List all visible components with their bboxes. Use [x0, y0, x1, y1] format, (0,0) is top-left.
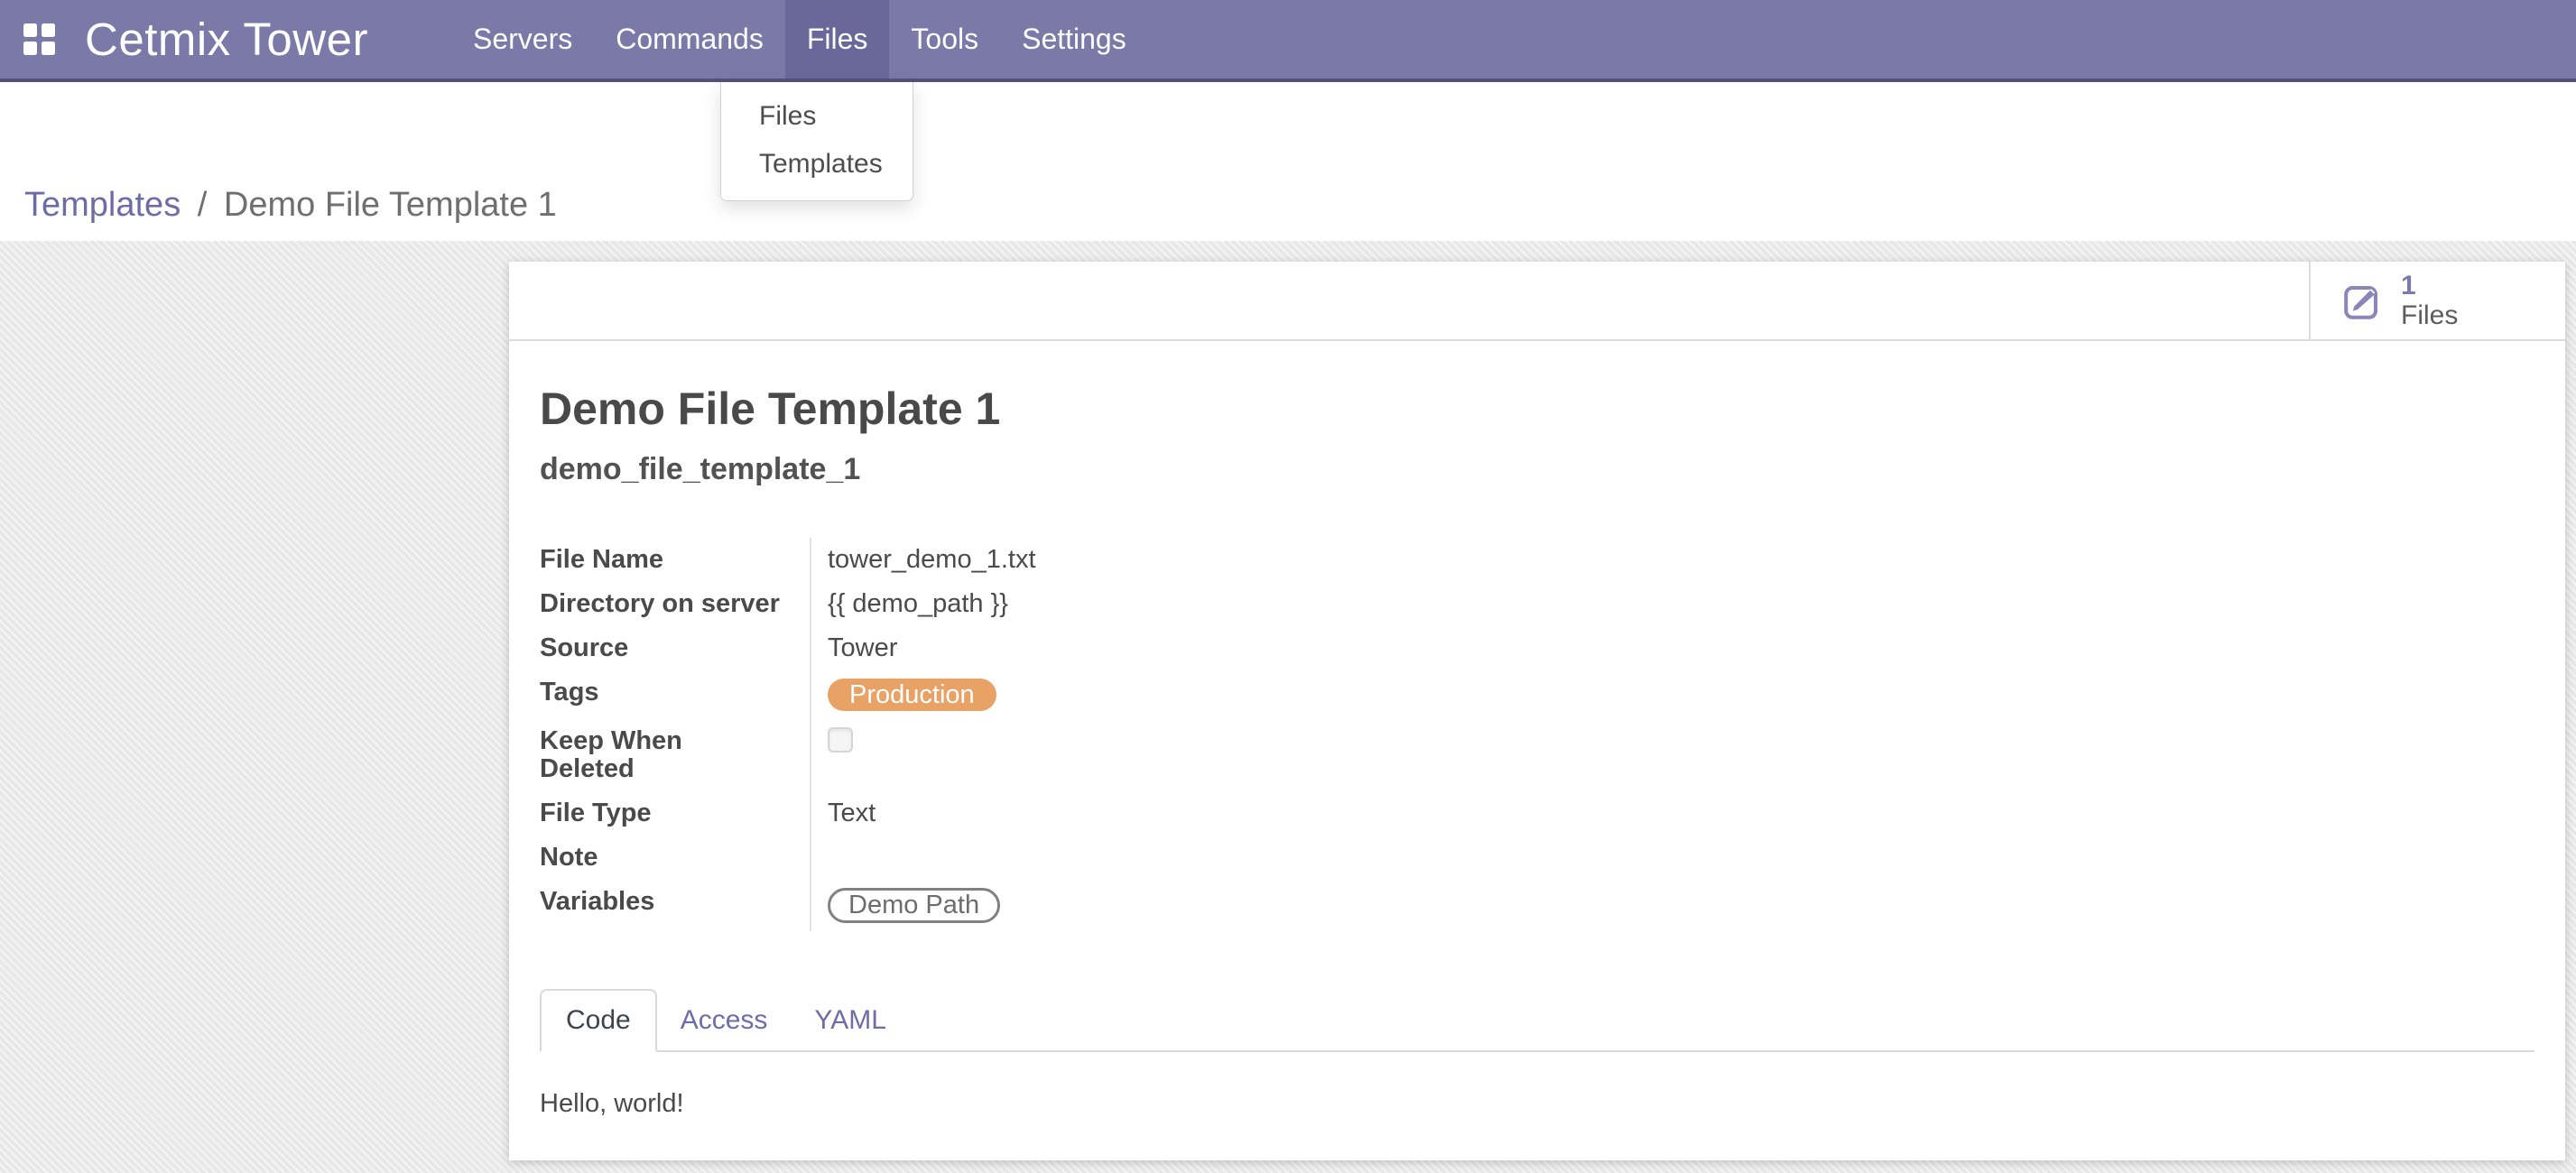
- field-value-source: Tower: [810, 626, 1369, 670]
- record-reference: demo_file_template_1: [540, 451, 2534, 487]
- edit-pencil-square-icon: [2341, 279, 2385, 322]
- files-stat-button[interactable]: 1 Files: [2309, 262, 2565, 339]
- brand-title[interactable]: Cetmix Tower: [78, 0, 375, 79]
- field-label-file-type: File Type: [540, 791, 810, 836]
- field-value-tags: Production: [810, 670, 1369, 719]
- menu-item-commands[interactable]: Commands: [594, 0, 785, 79]
- field-label-directory: Directory on server: [540, 582, 810, 626]
- tab-code[interactable]: Code: [540, 989, 657, 1052]
- top-navbar: Cetmix Tower Servers Commands Files Tool…: [0, 0, 2576, 82]
- field-label-note: Note: [540, 836, 810, 880]
- form-sheet: 1 Files Demo File Template 1 demo_file_t…: [509, 262, 2565, 1160]
- record-title: Demo File Template 1: [540, 381, 2534, 437]
- dropdown-item-files[interactable]: Files: [721, 92, 913, 140]
- field-value-keep-when-deleted: [810, 719, 1369, 791]
- breadcrumb-current: Demo File Template 1: [224, 186, 557, 224]
- dropdown-item-templates[interactable]: Templates: [721, 140, 913, 188]
- sheet-body: Demo File Template 1 demo_file_template_…: [509, 381, 2565, 1119]
- menu-item-tools[interactable]: Tools: [889, 0, 1000, 79]
- field-label-file-name: File Name: [540, 538, 810, 582]
- field-label-tags: Tags: [540, 670, 810, 719]
- content-background: 1 Files Demo File Template 1 demo_file_t…: [0, 241, 2576, 1173]
- cetmix-tower-app: Cetmix Tower Servers Commands Files Tool…: [0, 0, 2576, 1173]
- keep-when-deleted-checkbox[interactable]: [828, 727, 853, 753]
- notebook-tabs: Code Access YAML: [540, 989, 2534, 1052]
- apps-grid-icon: [23, 23, 55, 55]
- variable-pill-demo-path: Demo Path: [828, 888, 1000, 923]
- field-value-variables: Demo Path: [810, 880, 1369, 931]
- tab-yaml[interactable]: YAML: [791, 991, 909, 1050]
- menu-item-files[interactable]: Files: [785, 0, 890, 79]
- button-box: 1 Files: [509, 262, 2565, 341]
- field-value-note: [810, 836, 1369, 880]
- code-tab-content: Hello, world!: [540, 1088, 2534, 1119]
- breadcrumb-separator: /: [190, 186, 215, 224]
- field-value-file-name: tower_demo_1.txt: [810, 538, 1369, 582]
- files-dropdown-menu: Files Templates: [720, 82, 913, 201]
- field-value-directory: {{ demo_path }}: [810, 582, 1369, 626]
- tag-badge-production: Production: [828, 679, 996, 711]
- files-count: 1: [2401, 271, 2458, 300]
- apps-menu-button[interactable]: [0, 0, 78, 79]
- main-menu: Servers Commands Files Tools Settings: [451, 0, 1148, 79]
- breadcrumb-templates-link[interactable]: Templates: [24, 186, 181, 224]
- breadcrumb: Templates / Demo File Template 1: [24, 184, 557, 226]
- tab-access[interactable]: Access: [657, 991, 792, 1050]
- field-value-file-type: Text: [810, 791, 1369, 836]
- field-group: File Name tower_demo_1.txt Directory on …: [540, 538, 2534, 931]
- files-count-label: Files: [2401, 300, 2458, 330]
- field-label-source: Source: [540, 626, 810, 670]
- menu-item-servers[interactable]: Servers: [451, 0, 594, 79]
- control-panel: Templates / Demo File Template 1 Edit Cr…: [0, 82, 2576, 241]
- stat-text: 1 Files: [2401, 271, 2458, 330]
- menu-item-settings[interactable]: Settings: [1000, 0, 1148, 79]
- field-label-keep-when-deleted: Keep When Deleted: [540, 719, 810, 791]
- field-label-variables: Variables: [540, 880, 810, 931]
